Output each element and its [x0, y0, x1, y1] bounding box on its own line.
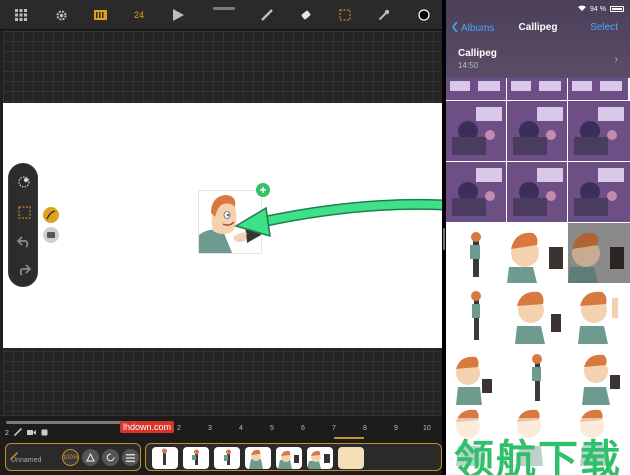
- frame-thumbnail[interactable]: [152, 447, 178, 469]
- grid-icon[interactable]: [14, 7, 28, 23]
- select-button[interactable]: Select: [590, 22, 618, 33]
- gear-icon[interactable]: [54, 7, 68, 23]
- frame-thumbnail-empty[interactable]: [338, 447, 364, 469]
- film-icon[interactable]: [93, 7, 107, 23]
- photo-thumbnail[interactable]: [507, 223, 567, 283]
- photo-thumbnail[interactable]: [446, 78, 506, 100]
- album-time: 14:50: [458, 61, 479, 70]
- layer-header: 2: [5, 427, 48, 439]
- layer-menu-icon[interactable]: [122, 449, 139, 466]
- brush-settings-icon[interactable]: [16, 174, 32, 190]
- layer-number: 2: [5, 429, 9, 437]
- frame-thumbnail[interactable]: [276, 447, 302, 469]
- frame-number: 2: [177, 425, 181, 432]
- chevron-right-icon: ›: [614, 54, 618, 65]
- side-tool-pill: [8, 163, 38, 287]
- eraser-icon[interactable]: [299, 7, 313, 23]
- fps-label[interactable]: 24: [131, 7, 147, 23]
- photo-thumbnail[interactable]: [446, 162, 506, 222]
- photo-thumbnail[interactable]: [446, 223, 506, 283]
- layer-loop-icon[interactable]: [102, 449, 119, 466]
- battery-percent: 94 %: [590, 5, 606, 13]
- frame-number: 8: [363, 425, 367, 432]
- current-frame-marker: [334, 437, 364, 439]
- add-badge-icon: +: [256, 183, 270, 197]
- photos-app: 94 % Albums Callipeg Select Callipeg 14:…: [446, 0, 630, 475]
- photo-thumbnail[interactable]: [568, 78, 628, 100]
- pencil-icon[interactable]: [260, 7, 274, 23]
- frame-number: 10: [423, 425, 431, 432]
- photo-thumbnail[interactable]: [446, 284, 506, 344]
- photo-thumbnail[interactable]: [507, 345, 567, 405]
- frame-thumbnail[interactable]: [307, 447, 333, 469]
- watermark-site: lhdown.com: [120, 421, 175, 433]
- top-toolbar: 24: [0, 0, 442, 30]
- frame-number: 9: [394, 425, 398, 432]
- undo-icon[interactable]: [16, 234, 32, 250]
- photo-thumbnail-selected[interactable]: [568, 223, 630, 283]
- nav-bar: Albums Callipeg Select: [446, 21, 630, 38]
- layer-onion-icon[interactable]: [82, 449, 99, 466]
- lasso-icon[interactable]: [16, 204, 32, 220]
- photo-thumbnail[interactable]: [507, 162, 567, 222]
- selection-icon[interactable]: [338, 7, 352, 23]
- photo-thumbnail[interactable]: [568, 162, 630, 222]
- layer-panel[interactable]: Unnamed 100%: [5, 443, 141, 471]
- layer-brush-icon: [9, 447, 19, 465]
- photo-thumbnail[interactable]: [507, 78, 567, 100]
- album-name: Callipeg: [458, 48, 497, 59]
- opacity-swatch-icon[interactable]: [43, 227, 59, 243]
- frame-number: 4: [239, 425, 243, 432]
- animation-app: 24 + 2 Unnamed 100% 2 3 4 5 6 7 8 9 10: [0, 0, 442, 475]
- frame-number: 5: [270, 425, 274, 432]
- photo-thumbnail[interactable]: [568, 284, 630, 344]
- frame-thumbnail[interactable]: [183, 447, 209, 469]
- frame-number: 3: [208, 425, 212, 432]
- dropped-image[interactable]: [198, 190, 262, 254]
- layer-camera-icon[interactable]: [26, 429, 36, 438]
- battery-icon: [610, 6, 624, 12]
- brush-size-icon[interactable]: [43, 207, 59, 223]
- photo-thumbnail[interactable]: [507, 284, 567, 344]
- eyedropper-icon[interactable]: [377, 7, 391, 23]
- split-view-handle[interactable]: [443, 228, 445, 250]
- status-bar: 94 %: [578, 5, 624, 13]
- photo-thumbnail[interactable]: [446, 101, 506, 161]
- frame-number: 6: [301, 425, 305, 432]
- color-swatch[interactable]: [417, 7, 431, 23]
- album-row[interactable]: Callipeg 14:50 ›: [446, 45, 630, 75]
- frame-thumbnail[interactable]: [214, 447, 240, 469]
- toolbar-grip[interactable]: [213, 7, 235, 10]
- layer-pencil-icon[interactable]: [13, 427, 22, 438]
- photos-header: 94 % Albums Callipeg Select Callipeg 14:…: [446, 0, 630, 78]
- photo-thumbnail[interactable]: [568, 101, 630, 161]
- screen: 24 + 2 Unnamed 100% 2 3 4 5 6 7 8 9 10 9…: [0, 0, 630, 475]
- watermark-text: 领航下载: [454, 437, 622, 475]
- play-icon[interactable]: [171, 7, 185, 23]
- photo-thumbnail[interactable]: [568, 345, 630, 405]
- photo-thumbnail[interactable]: [507, 101, 567, 161]
- layer-opacity-button[interactable]: 100%: [62, 449, 79, 466]
- frame-ruler[interactable]: 1 2 3 4 5 6 7 8 9 10: [145, 425, 442, 439]
- redo-icon[interactable]: [16, 262, 32, 278]
- frame-thumbnail[interactable]: [245, 447, 271, 469]
- layer-square-icon[interactable]: [41, 429, 48, 438]
- frame-strip[interactable]: [145, 443, 442, 471]
- photo-thumbnail[interactable]: [446, 345, 506, 405]
- frame-number: 7: [332, 425, 336, 432]
- wifi-icon: [578, 5, 587, 13]
